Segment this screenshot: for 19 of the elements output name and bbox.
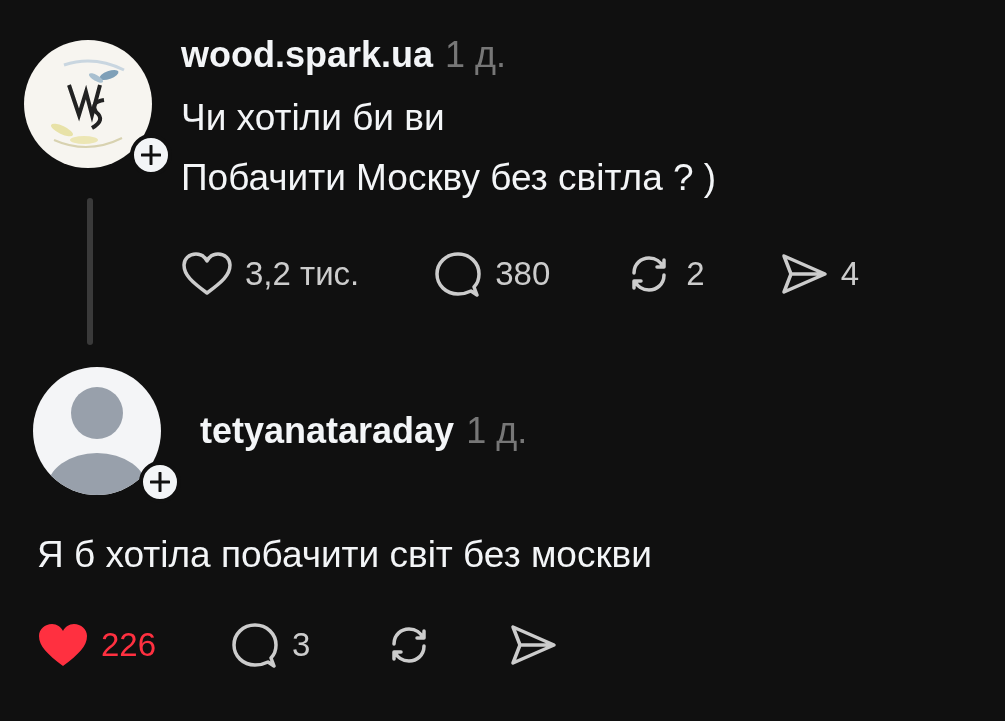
- plus-icon: [150, 472, 170, 492]
- post-time: 1 д.: [466, 410, 528, 452]
- post-time: 1 д.: [445, 34, 507, 76]
- share-count: 4: [840, 255, 860, 293]
- repost-count: 2: [686, 255, 705, 293]
- username[interactable]: wood.spark.ua: [181, 34, 434, 76]
- like-count: 226: [101, 626, 157, 664]
- plus-icon: [141, 145, 161, 165]
- post-text: Я б хотіла побачити світ без москви: [37, 533, 653, 577]
- comment-count: 380: [495, 255, 551, 293]
- speech-bubble-icon[interactable]: [230, 620, 281, 670]
- heart-icon[interactable]: [181, 251, 233, 297]
- send-icon[interactable]: [508, 622, 559, 668]
- like-count: 3,2 тис.: [245, 255, 360, 293]
- speech-bubble-icon[interactable]: [433, 249, 484, 299]
- post-text: Чи хотіли би ви Побачити Москву без світла ? ): [181, 96, 718, 200]
- comment-count: 3: [292, 626, 311, 664]
- username[interactable]: tetyanataraday: [200, 410, 455, 452]
- heart-icon[interactable]: [37, 622, 89, 668]
